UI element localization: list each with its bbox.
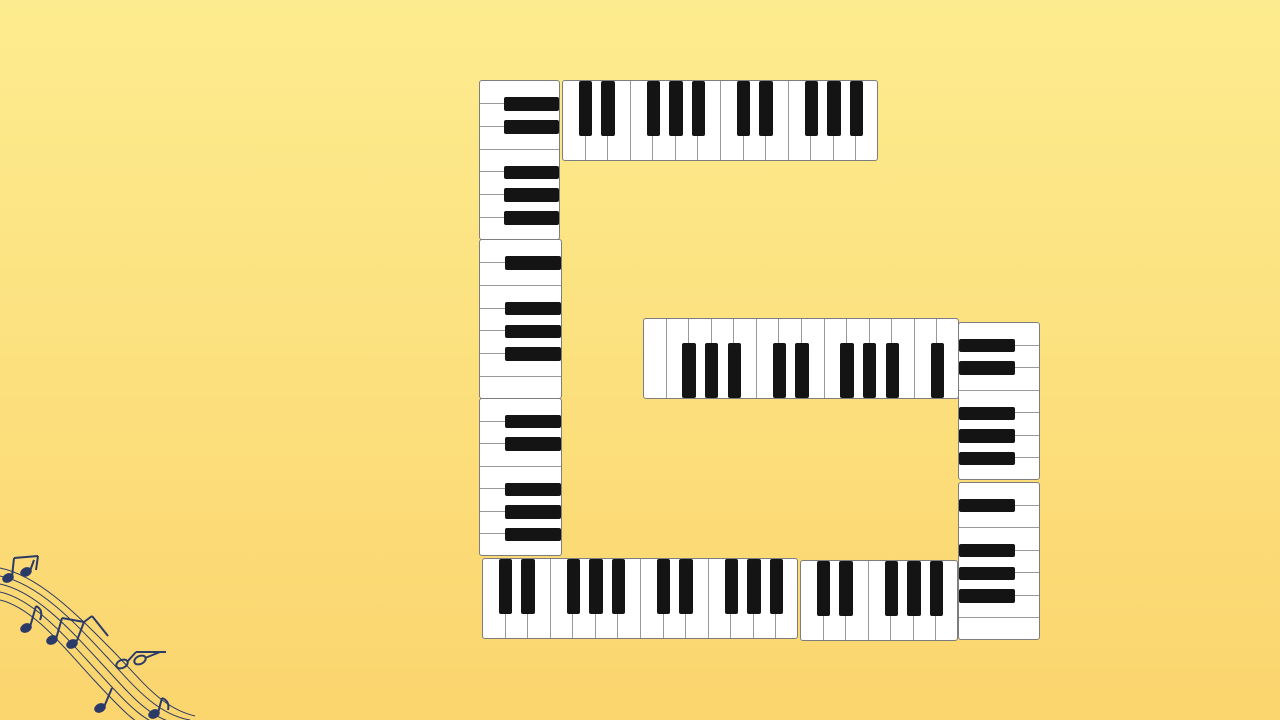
black-key [504, 482, 561, 497]
black-key [959, 543, 1015, 558]
black-key [727, 342, 742, 398]
black-key [504, 505, 561, 519]
black-key [704, 342, 719, 398]
keyboard-segment [562, 80, 878, 161]
black-key [682, 342, 696, 398]
black-key [827, 81, 841, 137]
black-key [736, 81, 751, 137]
black-key [907, 561, 921, 617]
black-key [669, 81, 683, 137]
black-key [503, 188, 559, 203]
black-key [611, 559, 626, 615]
black-key [930, 342, 945, 398]
black-key [747, 559, 761, 615]
black-key [885, 342, 900, 398]
black-key [503, 97, 559, 111]
black-key [772, 342, 787, 398]
keyboard-segment [479, 80, 560, 240]
black-key [769, 559, 784, 615]
black-key [959, 566, 1015, 581]
black-key [862, 342, 877, 398]
black-key [884, 561, 899, 617]
black-key [929, 561, 944, 617]
white-key [644, 319, 667, 398]
keyboard-segment [800, 560, 958, 641]
black-key [759, 81, 773, 137]
black-key [646, 81, 661, 137]
black-key [504, 256, 561, 270]
keyboard-segment [479, 398, 562, 556]
black-key [504, 414, 561, 429]
music-notes-icon [0, 555, 196, 720]
black-key [839, 561, 853, 617]
black-key [656, 559, 671, 615]
white-key [959, 618, 1039, 639]
black-key [849, 81, 864, 137]
black-key [795, 342, 809, 398]
black-key [959, 429, 1015, 443]
keyboard-segment [958, 482, 1040, 640]
black-key [504, 437, 561, 451]
black-key [504, 301, 561, 316]
white-key [480, 377, 561, 398]
black-key [504, 347, 561, 362]
black-key [804, 81, 819, 137]
black-key [503, 119, 559, 134]
keyboard-segment [643, 318, 959, 399]
black-key [679, 559, 693, 615]
black-key [959, 338, 1015, 353]
black-key [601, 81, 615, 137]
black-key [959, 451, 1015, 466]
black-key [504, 527, 561, 542]
black-key [578, 81, 593, 137]
keyboard-segment [479, 239, 562, 399]
black-key [724, 559, 739, 615]
black-key [691, 81, 706, 137]
black-key [566, 559, 581, 615]
black-key [840, 342, 854, 398]
keyboard-segment [958, 322, 1040, 480]
black-key [959, 589, 1015, 603]
black-key [498, 559, 513, 615]
black-key [959, 361, 1015, 375]
black-key [504, 324, 561, 339]
black-key [959, 406, 1015, 421]
black-key [959, 498, 1015, 513]
black-key [503, 165, 559, 180]
black-key [521, 559, 535, 615]
black-key [816, 561, 831, 617]
black-key [589, 559, 603, 615]
keyboard-segment [482, 558, 798, 639]
black-key [503, 211, 559, 225]
slide-canvas [0, 0, 1280, 720]
